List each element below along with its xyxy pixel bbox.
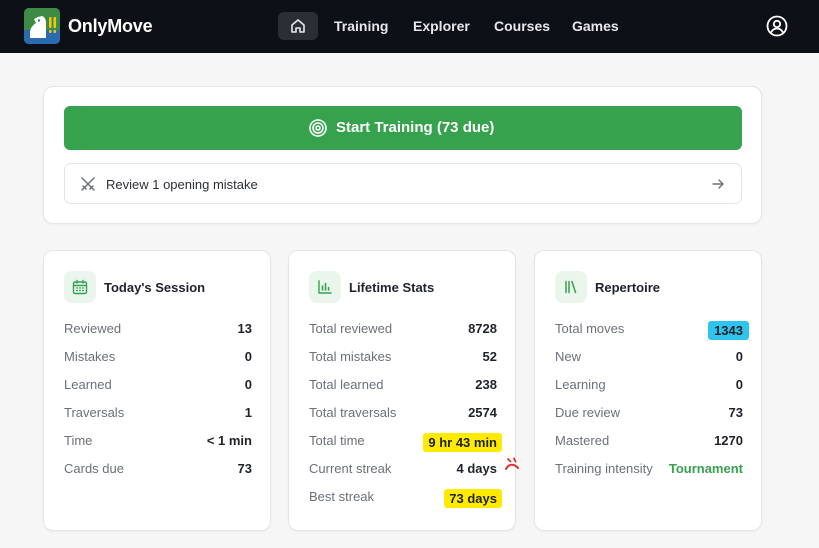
home-icon bbox=[291, 19, 305, 33]
card-title: Lifetime Stats bbox=[349, 280, 435, 295]
stat-label: Mastered bbox=[555, 433, 610, 448]
repertoire-card: Repertoire Total moves 1343 New 0 Learning… bbox=[534, 250, 762, 531]
stat-label: Total mistakes bbox=[309, 349, 392, 364]
stat-label: Learned bbox=[64, 377, 112, 392]
knight-logo-icon[interactable] bbox=[24, 8, 60, 44]
stat-row: Reviewed 13 bbox=[64, 321, 252, 339]
stat-value-highlighted: 9 hr 43 min bbox=[423, 433, 502, 452]
todays-session-card: Today's Session Reviewed 13 Mistakes 0 Lea… bbox=[43, 250, 271, 531]
training-intensity-value[interactable]: Tournament bbox=[669, 461, 743, 476]
stat-value: 8728 bbox=[468, 321, 497, 336]
stat-row: Due review 73 bbox=[555, 405, 743, 423]
stat-value: 13 bbox=[237, 321, 252, 336]
stat-label: Cards due bbox=[64, 461, 124, 476]
library-icon bbox=[565, 280, 577, 294]
stat-value: 0 bbox=[244, 349, 252, 364]
stat-row: Time < 1 min bbox=[64, 433, 252, 451]
stat-row: Mastered 1270 bbox=[555, 433, 743, 451]
stat-label: Total traversals bbox=[309, 405, 397, 420]
stat-label: New bbox=[555, 349, 582, 364]
stat-row: Traversals 1 bbox=[64, 405, 252, 423]
stat-label: Total moves bbox=[555, 321, 625, 336]
stat-row: Learning 0 bbox=[555, 377, 743, 395]
stat-label: Traversals bbox=[64, 405, 125, 420]
stat-label: Mistakes bbox=[64, 349, 116, 364]
stat-row: Best streak 73 days bbox=[309, 489, 502, 508]
stat-label: Time bbox=[64, 433, 93, 448]
training-card: Start Training (73 due) Review 1 opening… bbox=[43, 86, 762, 224]
lifetime-icon-box bbox=[309, 271, 341, 303]
stat-label: Total reviewed bbox=[309, 321, 393, 336]
stat-row: Current streak 4 days bbox=[309, 461, 497, 479]
brand-name[interactable]: OnlyMove bbox=[68, 16, 153, 37]
stat-row: Total reviewed 8728 bbox=[309, 321, 497, 339]
stat-label: Current streak bbox=[309, 461, 392, 476]
stat-row: Total time 9 hr 43 min bbox=[309, 433, 502, 452]
stat-value: 0 bbox=[735, 377, 743, 392]
stat-label: Training intensity bbox=[555, 461, 653, 476]
nav-link-explorer[interactable]: Explorer bbox=[413, 18, 470, 34]
crossed-swords-icon bbox=[81, 177, 95, 191]
target-icon bbox=[309, 119, 327, 137]
session-icon-box bbox=[64, 271, 96, 303]
stat-label: Reviewed bbox=[64, 321, 122, 336]
stat-value: 0 bbox=[735, 349, 743, 364]
stat-value: 1 bbox=[244, 405, 252, 420]
stat-row: Training intensity Tournament bbox=[555, 461, 743, 479]
top-nav: OnlyMove Training Explorer Courses Games bbox=[0, 0, 819, 53]
stat-value: 0 bbox=[244, 377, 252, 392]
stat-row: Learned 0 bbox=[64, 377, 252, 395]
nav-link-courses[interactable]: Courses bbox=[494, 18, 550, 34]
stat-value: 52 bbox=[482, 349, 497, 364]
user-menu-button[interactable] bbox=[766, 15, 788, 42]
bar-chart-icon bbox=[318, 280, 332, 294]
stat-label: Due review bbox=[555, 405, 621, 420]
stat-value: 1270 bbox=[714, 433, 743, 448]
calendar-icon bbox=[72, 279, 88, 295]
review-mistake-row[interactable]: Review 1 opening mistake bbox=[64, 163, 742, 204]
lifetime-stats-card: Lifetime Stats Total reviewed 8728 Total … bbox=[288, 250, 519, 531]
stat-value: 2574 bbox=[468, 405, 497, 420]
stat-label: Total time bbox=[309, 433, 365, 448]
stat-row: Total moves 1343 bbox=[555, 321, 749, 340]
stat-row: New 0 bbox=[555, 349, 743, 367]
stat-value: 4 days bbox=[456, 461, 497, 476]
stat-row: Total learned 238 bbox=[309, 377, 497, 395]
stat-row: Total traversals 2574 bbox=[309, 405, 497, 423]
user-circle-icon bbox=[766, 15, 788, 37]
stat-value: < 1 min bbox=[206, 433, 252, 448]
stat-row: Cards due 73 bbox=[64, 461, 252, 479]
stat-row: Mistakes 0 bbox=[64, 349, 252, 367]
nav-home-button[interactable] bbox=[278, 12, 318, 40]
stat-value: 238 bbox=[475, 377, 497, 392]
card-title: Repertoire bbox=[595, 280, 661, 295]
stat-row: Total mistakes 52 bbox=[309, 349, 497, 367]
stat-label: Total learned bbox=[309, 377, 384, 392]
start-training-label: Start Training (73 due) bbox=[336, 119, 495, 136]
nav-link-games[interactable]: Games bbox=[572, 18, 619, 34]
card-title: Today's Session bbox=[104, 280, 206, 295]
review-mistake-label: Review 1 opening mistake bbox=[106, 177, 258, 192]
stat-label: Best streak bbox=[309, 489, 375, 504]
repertoire-icon-box bbox=[555, 271, 587, 303]
start-training-button[interactable]: Start Training (73 due) bbox=[64, 106, 742, 150]
nav-link-training[interactable]: Training bbox=[334, 18, 388, 34]
stat-value: 73 bbox=[728, 405, 743, 420]
sad-face-annotation-icon bbox=[505, 457, 519, 470]
stat-label: Learning bbox=[555, 377, 606, 392]
stat-value-highlighted: 1343 bbox=[708, 321, 749, 340]
stat-value: 73 bbox=[237, 461, 252, 476]
arrow-right-icon bbox=[712, 179, 724, 189]
stat-value-highlighted: 73 days bbox=[444, 489, 502, 508]
